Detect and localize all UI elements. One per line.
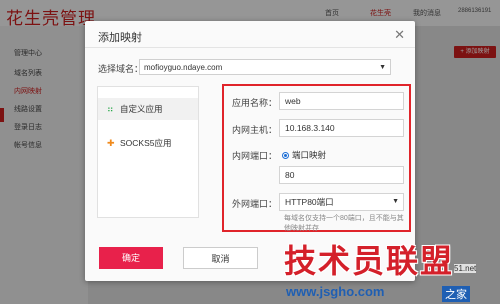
close-icon[interactable]: ✕ xyxy=(394,27,405,43)
app-type-list: ⠶ 自定义应用 ✚ SOCKS5应用 xyxy=(97,86,199,218)
confirm-button[interactable]: 确定 xyxy=(99,247,163,269)
watermark-text: 技术员联盟 xyxy=(284,243,455,279)
cancel-button[interactable]: 取消 xyxy=(183,247,258,269)
outer-port-value: HTTP80端口 xyxy=(285,197,334,207)
port-mapping-radio-label: 端口映射 xyxy=(292,150,327,160)
outer-port-label: 外网端口： xyxy=(232,199,278,209)
watermark-site: 之家 xyxy=(442,286,470,302)
watermark-url: www.jsgho.com xyxy=(286,284,385,299)
app-type-custom-label: 自定义应用 xyxy=(120,104,163,114)
app-type-socks5[interactable]: ✚ SOCKS5应用 xyxy=(98,132,198,154)
grid-icon: ⠶ xyxy=(107,104,114,114)
port-mapping-radio[interactable]: 端口映射 xyxy=(282,149,326,161)
outer-port-select[interactable]: HTTP80端口 ▼ xyxy=(279,193,404,211)
host-input[interactable]: 10.168.3.140 xyxy=(279,119,404,137)
inner-port-input[interactable]: 80 xyxy=(279,166,404,184)
port-hint: 每域名仅支持一个80端口，且不能与其他映射并存 xyxy=(284,215,404,232)
host-label: 内网主机： xyxy=(232,125,278,135)
watermark-tag: 51.net xyxy=(454,264,477,273)
domain-label: 选择域名： xyxy=(98,64,144,74)
app-name-input[interactable]: web xyxy=(279,92,404,110)
app-name-label: 应用名称： xyxy=(232,98,278,108)
inner-port-label: 内网端口： xyxy=(232,151,278,161)
domain-select[interactable]: mofioyguo.ndaye.com ▼ xyxy=(139,59,391,75)
watermark: 技术员联盟 51.net www.jsgho.com 之家 xyxy=(270,236,498,304)
chevron-down-icon: ▼ xyxy=(392,198,399,205)
app-type-socks5-label: SOCKS5应用 xyxy=(120,138,172,148)
app-type-custom[interactable]: ⠶ 自定义应用 xyxy=(98,98,198,120)
radio-selected-icon xyxy=(282,152,289,160)
domain-value: mofioyguo.ndaye.com xyxy=(144,63,223,72)
plus-icon: ✚ xyxy=(107,138,115,148)
dialog-title: 添加映射 xyxy=(98,32,142,44)
divider xyxy=(85,47,415,48)
chevron-down-icon: ▼ xyxy=(379,64,386,71)
